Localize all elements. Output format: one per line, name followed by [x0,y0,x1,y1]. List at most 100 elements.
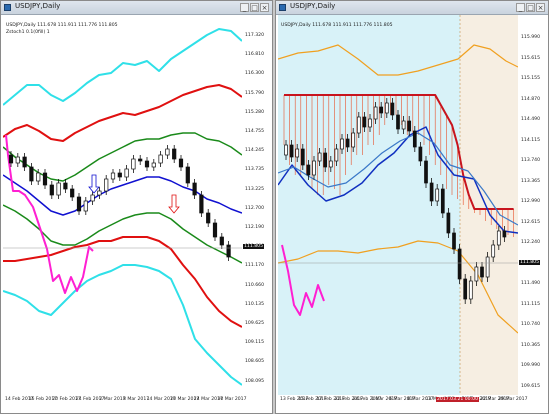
right-candle [300,148,305,166]
right-candle [323,152,328,168]
left-candle [226,244,231,258]
maximize-icon[interactable]: □ [526,3,535,12]
left-candle [8,154,14,164]
right-price-tick: 114.870 [521,96,540,102]
left-price-axis[interactable]: 117.320 116.810 116.300 115.790 115.280 114.7… [242,15,272,395]
right-time-axis[interactable]: 13 Feb 2017 15 Feb 2017 17 Feb 2017 22 Feb … [278,395,528,413]
left-candle [49,184,54,196]
left-price-tick: 113.225 [245,186,264,192]
left-current-price-box: 111.805 [243,244,264,249]
left-price-tick: 108.095 [245,378,264,384]
left-time-axis[interactable]: 14 Feb 2017 16 Feb 2017 20 Feb 2017 24 Feb … [3,395,247,413]
left-price-plot[interactable]: USDJPY,Daily 111.678 111.911 111.776 111… [3,15,242,395]
left-candle [151,162,156,168]
right-price-tick: 114.115 [521,137,540,143]
right-candle [457,248,462,280]
left-candle [165,148,170,156]
right-candle [379,106,384,114]
upper-band-3-line [3,28,242,106]
left-window-titlebar[interactable]: USDJPY,Daily _ □ × [1,1,272,15]
right-candle [368,118,372,128]
right-chart-window[interactable]: USDJPY,Daily _ □ × USDJPY,Daily 111.678 … [275,0,549,414]
right-candle [496,230,501,246]
right-candle [284,144,288,156]
right-candle [345,138,350,148]
right-price-tick: 112.990 [521,199,540,204]
right-time-tick: 29 Mar 2017 [498,397,528,402]
right-price-tick: 112.240 [521,240,540,245]
left-candle [212,222,218,238]
left-candle [56,182,61,196]
left-candle [104,178,109,192]
left-price-tick: 108.605 [245,359,264,365]
left-price-tick: 112.190 [245,225,264,230]
right-candle [340,138,344,150]
left-info-line: USDJPY,Daily 111.678 111.911 111.776 111… [6,23,118,28]
right-candle [463,278,468,300]
right-candle [373,106,378,120]
left-candle [138,158,143,162]
left-candle [178,158,184,168]
left-price-tick: 111.170 [245,263,264,269]
right-candle [351,132,356,148]
left-indicator-label: Zstoch1 0.1(0fill) 1 [6,30,50,35]
left-candle [76,196,82,212]
left-candle [110,172,116,180]
right-candle [440,188,445,214]
right-price-tick: 115.155 [521,76,540,81]
right-price-tick: 109.615 [521,383,540,389]
right-candle [452,232,456,250]
right-price-axis[interactable]: 115.990 115.615 115.155 114.870 114.490 114.1… [518,15,548,395]
maximize-icon[interactable]: □ [250,3,259,12]
left-time-tick: 2 Mar 2017 [99,397,126,402]
right-candle [424,160,428,184]
right-chart-svg [278,15,518,395]
right-candle [334,148,339,162]
left-price-tick: 112.700 [245,205,264,211]
right-candle [356,116,361,134]
left-candle [42,172,48,186]
right-candle [474,266,479,282]
left-price-tick: 115.280 [245,109,264,115]
right-price-plot[interactable]: USDJPY,Daily 111.678 111.911 111.776 111… [278,15,518,395]
left-candle [192,182,197,196]
right-candle [446,212,451,234]
right-candle [401,120,406,130]
left-candle [158,154,163,164]
right-current-price-box: 111.805 [519,260,540,265]
left-price-tick: 109.115 [245,340,264,346]
buy-signal-arrow-icon [88,174,100,194]
close-icon[interactable]: × [260,3,269,12]
left-chart-window[interactable]: USDJPY,Daily _ □ × USDJPY,Daily 111.678 … [0,0,273,414]
left-candle [144,160,150,168]
right-price-tick: 113.740 [521,158,540,163]
right-candle [362,116,367,128]
left-candle [199,194,204,214]
right-price-tick: 111.115 [521,301,540,307]
right-candle [396,114,400,130]
left-price-tick: 117.320 [245,33,264,38]
lower-band-2-line [3,236,242,328]
chart-window-icon [4,4,11,11]
left-candle [83,200,88,212]
right-price-tick: 115.615 [521,55,540,61]
right-candle [435,188,440,202]
right-price-tick: 110.365 [521,342,540,348]
left-price-tick: 110.135 [245,301,264,307]
left-price-tick: 114.755 [245,129,264,134]
right-candle [491,244,496,258]
right-candle [306,164,311,176]
left-price-tick: 109.625 [245,321,264,326]
right-window-titlebar[interactable]: USDJPY,Daily _ □ × [276,1,548,15]
right-price-tick: 115.990 [521,35,540,40]
left-chart-svg [3,28,242,386]
minimize-icon[interactable]: _ [516,3,525,12]
left-candle [36,172,41,182]
left-price-tick: 114.245 [245,148,264,154]
close-icon[interactable]: × [536,3,545,12]
right-candle [418,146,423,162]
minimize-icon[interactable]: _ [240,3,249,12]
left-candle [97,190,102,196]
left-candle [131,158,136,170]
left-time-tick: 30 Mar 2017 [217,397,247,402]
